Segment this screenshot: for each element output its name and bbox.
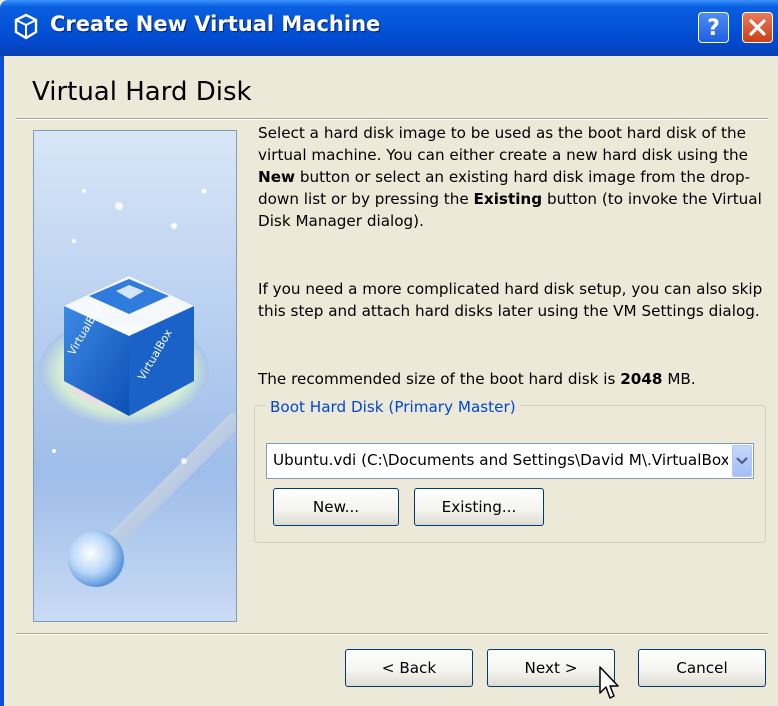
cancel-button[interactable]: Cancel (638, 649, 766, 687)
window-title: Create New Virtual Machine (50, 12, 381, 36)
boot-disk-select[interactable]: Ubuntu.vdi (C:\Documents and Settings\Da… (266, 443, 754, 479)
page-title: Virtual Hard Disk (32, 77, 252, 107)
close-icon (749, 19, 766, 36)
boot-disk-legend: Boot Hard Disk (Primary Master) (266, 398, 520, 416)
mouse-cursor-icon (599, 666, 619, 699)
title-bar[interactable]: Create New Virtual Machine ? (0, 0, 778, 56)
dialog-window: Create New Virtual Machine ? Virtual Har… (0, 0, 778, 706)
footer-divider (16, 633, 768, 635)
dropdown-button[interactable] (732, 445, 752, 477)
recommended-text-1: The recommended size of the boot hard di… (258, 370, 621, 388)
recommended-size-text: The recommended size of the boot hard di… (258, 368, 778, 390)
help-button[interactable]: ? (698, 12, 729, 43)
header-divider (16, 118, 768, 120)
close-button[interactable] (742, 12, 773, 43)
existing-disk-button[interactable]: Existing... (414, 488, 544, 526)
intro-paragraph: Select a hard disk image to be used as t… (258, 122, 778, 232)
intro-bold-new: New (258, 168, 296, 186)
virtualbox-logo-icon: VirtualBox VirtualBox (39, 188, 236, 587)
intro-bold-existing: Existing (473, 190, 543, 208)
wizard-side-image: VirtualBox VirtualBox (33, 130, 237, 622)
boot-disk-selected-value: Ubuntu.vdi (C:\Documents and Settings\Da… (273, 451, 728, 469)
new-disk-button[interactable]: New... (273, 488, 399, 526)
recommended-size-value: 2048 (620, 370, 663, 388)
advanced-paragraph: If you need a more complicated hard disk… (258, 280, 763, 320)
next-button[interactable]: Next > (487, 649, 615, 687)
intro-text-1: Select a hard disk image to be used as t… (258, 124, 748, 164)
recommended-unit: MB. (662, 370, 696, 388)
chevron-down-icon (736, 457, 748, 465)
virtualbox-icon (14, 13, 38, 40)
back-button[interactable]: < Back (345, 649, 473, 687)
